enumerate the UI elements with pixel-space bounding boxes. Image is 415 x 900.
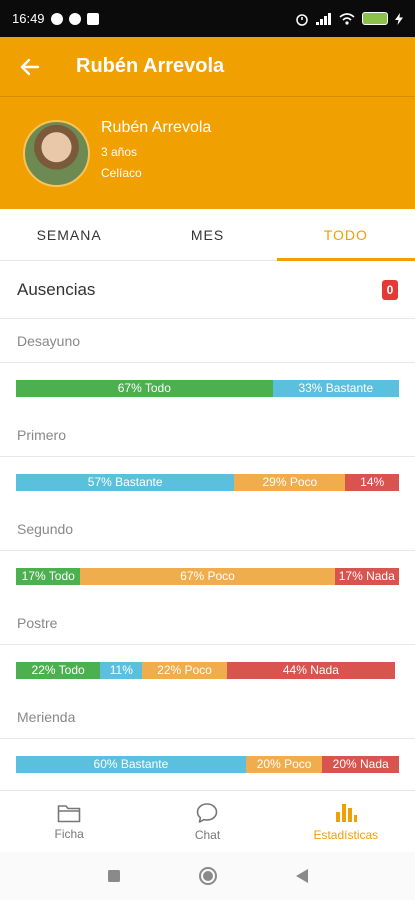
arrow-back-icon	[20, 58, 40, 75]
signal-icon	[316, 12, 331, 25]
bar-segment-nada: 17% Nada	[334, 567, 399, 585]
bar-segment-bastante: 57% Bastante	[16, 473, 235, 491]
nav-chat-label: Chat	[194, 827, 221, 842]
app-notification-icon	[86, 12, 99, 25]
bar-segment-nada: 44% Nada	[226, 661, 396, 679]
bar-segment-todo: 67% Todo	[16, 379, 273, 397]
profile-info: Rubén Arrevola 3 años Celíaco	[101, 119, 211, 187]
status-time: 16:49	[12, 11, 45, 26]
period-tabs: SEMANA MES TODO	[0, 209, 415, 261]
profile-diet: Celíaco	[101, 166, 142, 180]
bar-segment-poco: 22% Poco	[142, 661, 227, 679]
stats-icon	[335, 803, 357, 822]
meal-bar-row: 57% Bastante 29% Poco 14%	[0, 457, 415, 507]
bar-segment-todo: 22% Todo	[16, 661, 101, 679]
profile-age: 3 años	[101, 145, 138, 159]
bar-segment-poco: 67% Poco	[80, 567, 335, 585]
nav-chat[interactable]: Chat	[138, 791, 276, 852]
meal-title-1: Primero	[0, 413, 415, 457]
recents-button[interactable]	[102, 864, 126, 888]
circle-icon	[198, 867, 217, 885]
bottom-navigation: Ficha Chat Estadísticas	[0, 790, 415, 852]
profile-header: Rubén Arrevola 3 años Celíaco	[0, 97, 415, 209]
stats-content: Ausencias 0 Desayuno 67% Todo 33% Bastante…	[0, 262, 415, 789]
alarm-icon	[296, 13, 308, 26]
page-title: Rubén Arrevola	[76, 55, 225, 77]
settings-notification-icon	[68, 12, 81, 25]
bar-segment-bastante: 33% Bastante	[272, 379, 399, 397]
bar-segment-bastante: 11%	[100, 661, 143, 679]
ausencias-label: Ausencias	[17, 280, 96, 299]
avatar	[23, 119, 90, 187]
stacked-bar: 60% Bastante 20% Poco 20% Nada	[16, 755, 399, 773]
stacked-bar: 22% Todo 11% 22% Poco 44% Nada	[16, 661, 399, 679]
system-navigation-bar	[0, 852, 415, 900]
nav-ficha[interactable]: Ficha	[0, 791, 138, 852]
back-button[interactable]	[0, 37, 60, 97]
meal-bar-row: 22% Todo 11% 22% Poco 44% Nada	[0, 645, 415, 695]
square-icon	[107, 870, 120, 882]
tab-semana[interactable]: SEMANA	[0, 209, 138, 260]
status-bar: 16:49	[0, 0, 415, 37]
bar-segment-bastante: 60% Bastante	[16, 755, 246, 773]
charging-icon	[395, 12, 403, 25]
meal-bar-row: 17% Todo 67% Poco 17% Nada	[0, 551, 415, 601]
meal-bar-row: 67% Todo 33% Bastante	[0, 363, 415, 413]
tab-mes[interactable]: MES	[138, 209, 276, 260]
app-bar: Rubén Arrevola	[0, 37, 415, 97]
nav-estadisticas-label: Estadísticas	[313, 827, 379, 842]
notification-icon	[50, 12, 63, 25]
nav-ficha-label: Ficha	[54, 826, 84, 841]
meal-title-4: Merienda	[0, 695, 415, 739]
meal-title-0: Desayuno	[0, 319, 415, 363]
meal-bar-row: 60% Bastante 20% Poco 20% Nada	[0, 739, 415, 789]
triangle-back-icon	[295, 869, 308, 883]
stacked-bar: 67% Todo 33% Bastante	[16, 379, 399, 397]
tab-todo[interactable]: TODO	[276, 209, 415, 261]
meals-list: Desayuno 67% Todo 33% Bastante Primero 57% B…	[0, 319, 415, 789]
battery-icon	[362, 12, 388, 25]
bar-segment-nada: 20% Nada	[322, 755, 399, 773]
meal-title-3: Postre	[0, 601, 415, 645]
wifi-icon	[339, 12, 355, 25]
stacked-bar: 17% Todo 67% Poco 17% Nada	[16, 567, 399, 585]
profile-name: Rubén Arrevola	[101, 119, 212, 136]
chat-icon	[197, 802, 218, 823]
folder-icon	[57, 804, 81, 822]
bar-segment-poco: 29% Poco	[234, 473, 346, 491]
bar-segment-todo: 17% Todo	[16, 567, 81, 585]
system-back-button[interactable]	[290, 864, 314, 888]
home-button[interactable]	[196, 864, 220, 888]
meal-title-2: Segundo	[0, 507, 415, 551]
bar-segment-poco: 20% Poco	[245, 755, 323, 773]
bar-segment-nada: 14%	[345, 473, 399, 491]
stacked-bar: 57% Bastante 29% Poco 14%	[16, 473, 399, 491]
ausencias-count-badge: 0	[382, 280, 398, 300]
ausencias-row: Ausencias 0	[0, 262, 415, 319]
nav-estadisticas[interactable]: Estadísticas	[277, 791, 415, 852]
